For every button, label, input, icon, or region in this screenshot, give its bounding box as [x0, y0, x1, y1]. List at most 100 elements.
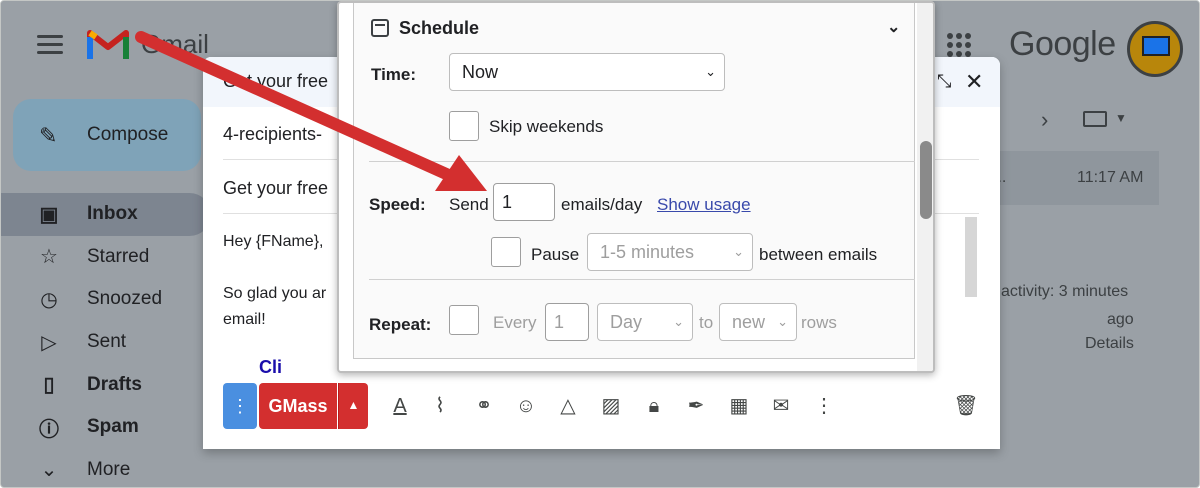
pause-label: Pause	[531, 245, 580, 264]
recipients-field[interactable]: 4-recipients-	[223, 124, 322, 145]
compose-toolbar: ⋮ GMass ▲ A ⌇ ⚭ ☺ △ ▨ 🔒︎ ✒ ▦ ✉ ⋮ 🗑︎	[203, 377, 1000, 449]
chevron-down-icon: ⌄	[705, 64, 716, 79]
sidebar-item-more[interactable]: ⌄ More	[1, 449, 211, 487]
show-usage-link[interactable]: Show usage	[657, 195, 751, 215]
calendar-icon	[371, 19, 389, 37]
emails-per-day-input[interactable]: 1	[493, 183, 555, 221]
body-link[interactable]: Cli	[259, 357, 282, 378]
gmass-menu-caret-icon[interactable]: ▲	[338, 383, 368, 429]
time-label: Time:	[371, 65, 417, 84]
trash-icon[interactable]: 🗑︎	[953, 393, 979, 419]
emails-per-day-label: emails/day	[561, 195, 643, 214]
apps-grid-icon[interactable]	[947, 33, 971, 57]
text-format-icon[interactable]: A	[387, 393, 413, 419]
link-icon[interactable]: ⚭	[471, 393, 497, 419]
attach-icon[interactable]: ⌇	[427, 393, 453, 419]
gmass-settings-button[interactable]: ⋮	[223, 383, 257, 429]
sidebar-item-label: More	[87, 458, 131, 480]
sidebar-item-label: Sent	[87, 331, 127, 353]
row-time: 11:17 AM	[1077, 169, 1144, 186]
every-label: Every	[493, 313, 537, 332]
rows-label: rows	[801, 313, 837, 332]
signature-icon[interactable]: ✒	[683, 393, 709, 419]
sidebar-item-starred[interactable]: ☆ Starred	[1, 236, 211, 279]
repeat-checkbox[interactable]	[449, 305, 479, 335]
gmass-button[interactable]: GMass	[259, 383, 337, 429]
compose-title: Get your free	[223, 71, 329, 91]
body-text[interactable]: Hey {FName},	[223, 233, 323, 251]
sidebar-item-label: Inbox	[87, 203, 138, 225]
send-label: Send	[449, 195, 489, 214]
repeat-target-value: new	[732, 312, 766, 332]
speed-label: Speed:	[369, 195, 426, 214]
pause-interval-select[interactable]: 1-5 minutes ⌄	[587, 233, 753, 271]
next-page-icon[interactable]: ›	[1041, 107, 1048, 133]
pencil-icon: ✎	[39, 123, 58, 148]
confidential-lock-icon[interactable]: 🔒︎	[641, 393, 667, 419]
keyboard-icon[interactable]	[1083, 111, 1107, 127]
repeat-unit-value: Day	[610, 312, 643, 332]
clock-icon: ◷	[40, 288, 58, 311]
layout-icon[interactable]: ▦	[726, 393, 752, 419]
repeat-target-select[interactable]: new ⌄	[719, 303, 797, 341]
chevron-down-icon: ⌄	[733, 244, 744, 259]
close-icon[interactable]: ✕	[965, 69, 983, 95]
send-icon: ▷	[41, 331, 57, 354]
gmail-window: Gmail Google ✎ Compose ▣ Inbox ☆ Starred…	[0, 0, 1200, 488]
between-emails-label: between emails	[759, 245, 878, 264]
emoji-icon[interactable]: ☺	[513, 393, 539, 419]
panel-scroll-thumb[interactable]	[920, 141, 932, 219]
skip-weekends-label: Skip weekends	[489, 117, 604, 136]
repeat-label: Repeat:	[369, 315, 432, 334]
body-text[interactable]: email!	[223, 311, 266, 329]
repeat-every-input[interactable]: 1	[545, 303, 589, 341]
gmass-settings-panel: Schedule ⌄ Time: Now ⌄ Skip weekends Spe…	[337, 1, 935, 373]
gmail-logo-text: Gmail	[141, 29, 209, 59]
template-email-icon[interactable]: ✉	[768, 393, 794, 419]
to-label: to	[699, 313, 714, 332]
body-text[interactable]: So glad you ar	[223, 285, 326, 303]
chevron-down-icon: ⌄	[777, 314, 788, 329]
sidebar-item-sent[interactable]: ▷ Sent	[1, 321, 211, 364]
star-icon: ☆	[40, 246, 58, 269]
google-logo: Google	[1009, 25, 1116, 63]
details-link[interactable]: Details	[1085, 335, 1134, 353]
main-menu-icon[interactable]	[37, 35, 63, 55]
inbox-icon: ▣	[39, 203, 59, 226]
divider	[369, 279, 915, 280]
activity-text: activity: 3 minutes	[1001, 283, 1129, 300]
exit-fullscreen-icon[interactable]: ⤡	[937, 71, 951, 92]
sidebar-nav: ▣ Inbox ☆ Starred ◷ Snoozed ▷ Sent ▯ Dra…	[1, 193, 211, 487]
gmail-logo-icon	[87, 30, 129, 59]
sidebar-item-label: Snoozed	[87, 288, 163, 310]
sidebar-item-label: Spam	[87, 416, 139, 438]
sidebar-item-snoozed[interactable]: ◷ Snoozed	[1, 278, 211, 321]
divider	[369, 161, 915, 162]
time-select-value: Now	[462, 62, 499, 82]
subject-field[interactable]: Get your free	[223, 178, 328, 199]
chevron-down-icon[interactable]: ▼	[1115, 111, 1127, 125]
compose-label: Compose	[87, 124, 169, 145]
sidebar-item-spam[interactable]: ⓘ Spam	[1, 406, 211, 449]
activity-ago: ago	[1107, 311, 1134, 328]
spam-icon: ⓘ	[39, 418, 59, 441]
chevron-down-icon: ⌄	[40, 459, 58, 482]
avatar[interactable]	[1127, 21, 1183, 77]
sidebar-item-label: Starred	[87, 245, 150, 267]
draft-icon: ▯	[43, 374, 55, 397]
body-scrollbar[interactable]	[965, 217, 977, 297]
drive-icon[interactable]: △	[555, 393, 581, 419]
skip-weekends-checkbox[interactable]	[449, 111, 479, 141]
sidebar-item-inbox[interactable]: ▣ Inbox	[1, 193, 211, 236]
sidebar-item-label: Drafts	[87, 373, 142, 395]
chevron-down-icon[interactable]: ⌄	[887, 17, 900, 37]
pause-checkbox[interactable]	[491, 237, 521, 267]
chevron-down-icon: ⌄	[673, 314, 684, 329]
time-select[interactable]: Now ⌄	[449, 53, 725, 91]
repeat-unit-select[interactable]: Day ⌄	[597, 303, 693, 341]
sidebar-item-drafts[interactable]: ▯ Drafts	[1, 363, 211, 406]
schedule-title[interactable]: Schedule	[399, 18, 479, 39]
image-icon[interactable]: ▨	[598, 393, 624, 419]
more-options-icon[interactable]: ⋮	[811, 393, 837, 419]
pause-interval-value: 1-5 minutes	[600, 242, 695, 262]
